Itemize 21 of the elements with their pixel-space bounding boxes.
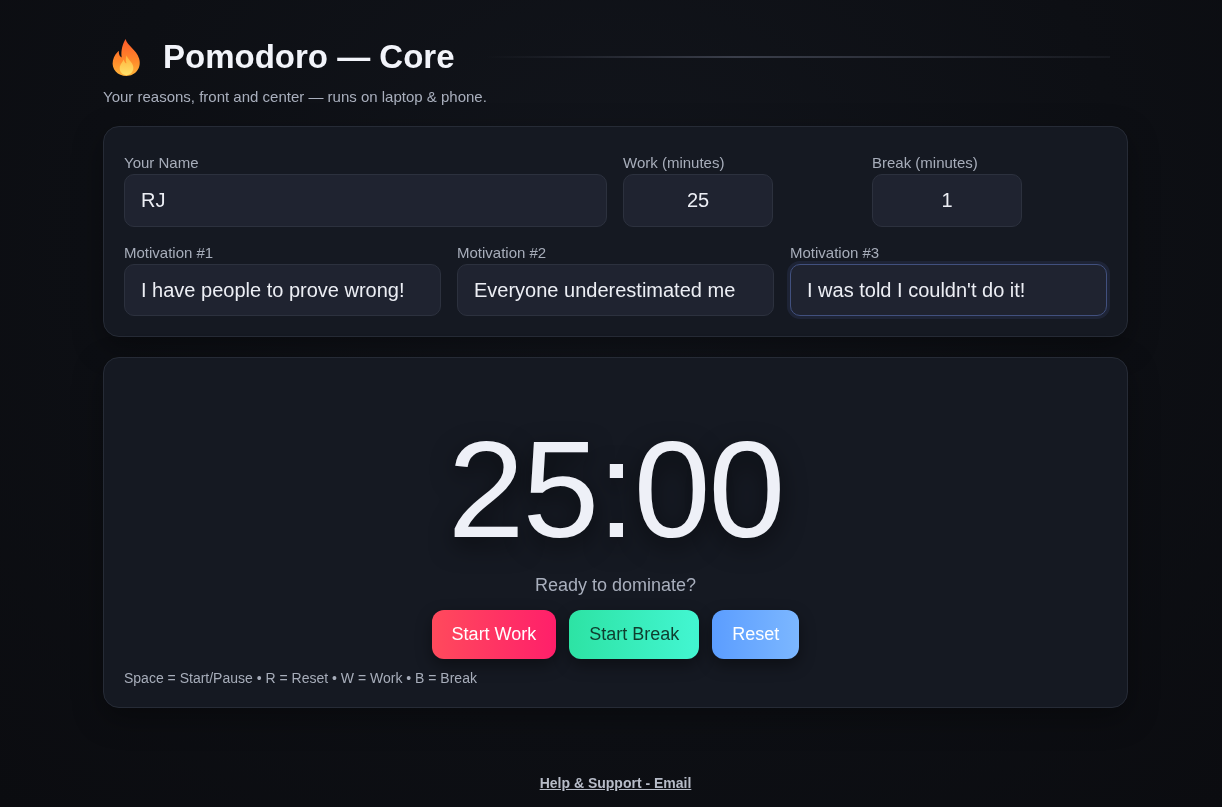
field-label: Motivation #1 [124, 244, 214, 261]
field-label: Break (minutes) [872, 154, 978, 171]
input-field[interactable]: I have people to prove wrong! [124, 264, 441, 316]
help-link[interactable]: Help & Support - Email [539, 775, 692, 791]
status-text: Ready to dominate? [534, 574, 697, 596]
field-label: Your Name [124, 154, 199, 171]
field-label: Motivation #2 [457, 244, 547, 261]
input-field[interactable]: I was told I couldn't do it! [790, 264, 1107, 316]
subtitle: Your reasons, front and center — runs on laptop & phone. [103, 88, 488, 106]
field-label: Work (minutes) [623, 154, 725, 171]
shortcuts-hint: Space = Start/Pause • R = Reset • W = Work • B = Break [124, 670, 477, 687]
flame-icon [111, 38, 142, 76]
start-break-button[interactable]: Start Break [569, 610, 700, 659]
number-field[interactable]: 1 [872, 174, 1022, 227]
input-field[interactable]: Everyone underestimated me [457, 264, 774, 316]
input-field[interactable]: RJ [124, 174, 607, 227]
timer-display: 25:00 [447, 418, 784, 560]
app-title: Pomodoro — Core [163, 38, 455, 76]
number-field[interactable]: 25 [623, 174, 773, 227]
start-work-button[interactable]: Start Work [431, 610, 557, 659]
field-label: Motivation #3 [790, 244, 880, 261]
